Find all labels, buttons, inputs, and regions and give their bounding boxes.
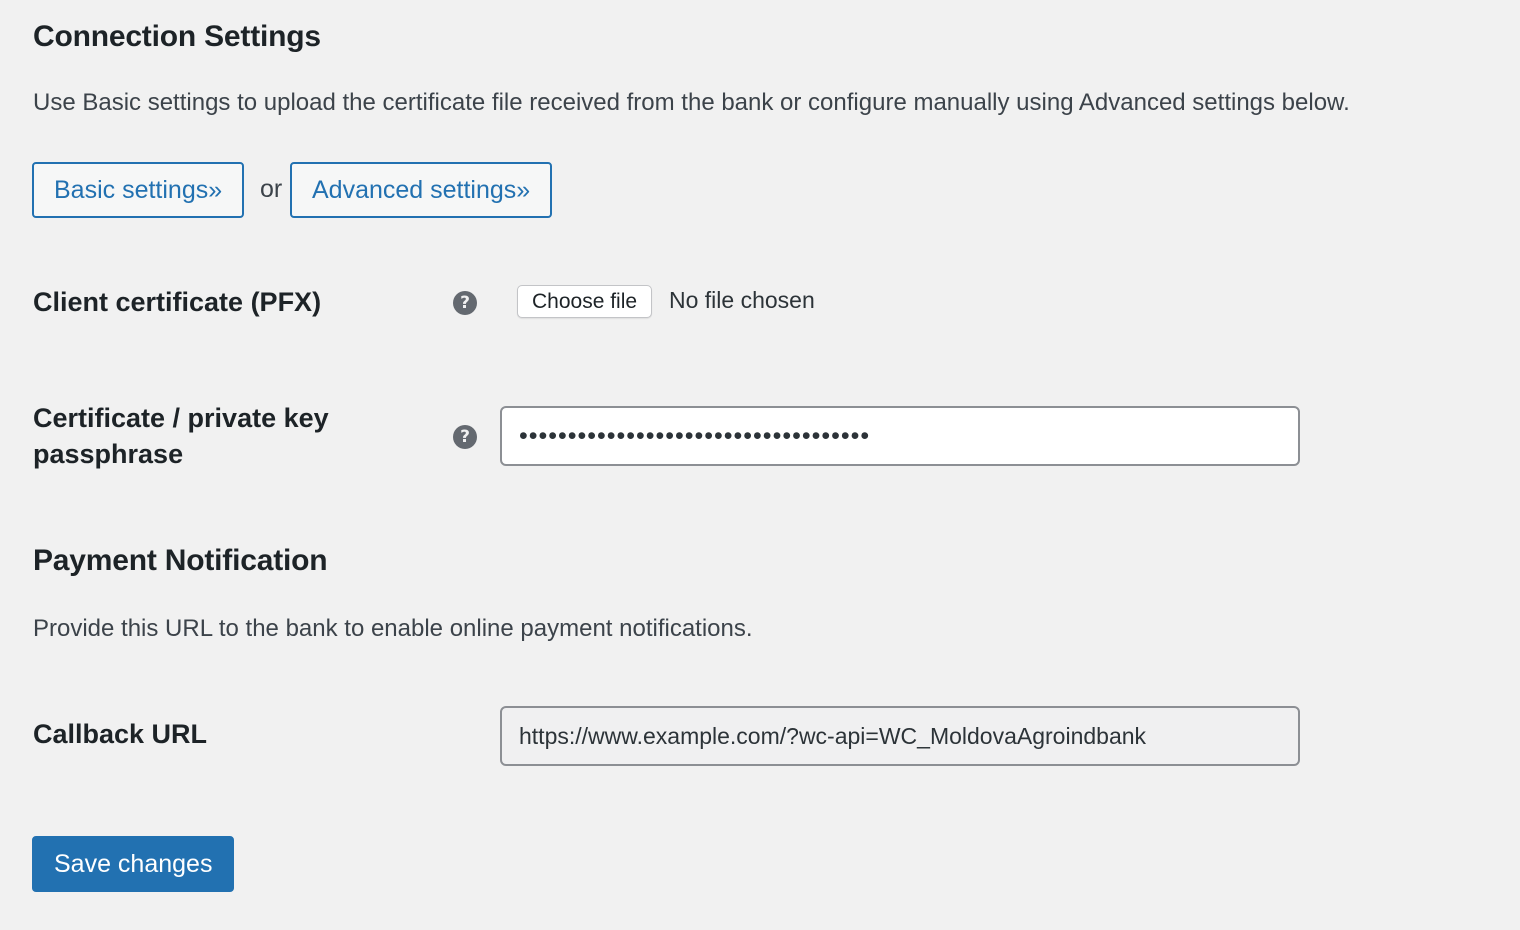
callback-url-label: Callback URL — [33, 719, 208, 749]
question-circle-icon[interactable]: ? — [453, 425, 477, 449]
callback-url-field[interactable] — [500, 706, 1300, 766]
passphrase-label-line2: passphrase — [33, 439, 184, 469]
passphrase-label-line1: Certificate / private key — [33, 403, 329, 433]
question-circle-icon[interactable]: ? — [453, 291, 477, 315]
settings-page: Connection Settings Use Basic settings t… — [0, 0, 1520, 930]
payment-notification-heading: Payment Notification — [33, 544, 328, 577]
payment-notification-description: Provide this URL to the bank to enable o… — [33, 615, 753, 642]
basic-settings-button[interactable]: Basic settings» — [32, 162, 245, 218]
save-changes-button[interactable]: Save changes — [32, 836, 235, 892]
advanced-settings-button[interactable]: Advanced settings» — [290, 162, 553, 218]
file-status-text: No file chosen — [669, 287, 815, 313]
passphrase-input[interactable] — [500, 406, 1300, 466]
or-separator: or — [260, 175, 283, 203]
client-certificate-label: Client certificate (PFX) — [33, 287, 322, 317]
connection-settings-heading: Connection Settings — [33, 20, 321, 53]
passphrase-label: Certificate / private key passphrase — [33, 400, 329, 472]
choose-file-button[interactable]: Choose file — [517, 285, 653, 318]
connection-settings-description: Use Basic settings to upload the certifi… — [33, 89, 1350, 116]
